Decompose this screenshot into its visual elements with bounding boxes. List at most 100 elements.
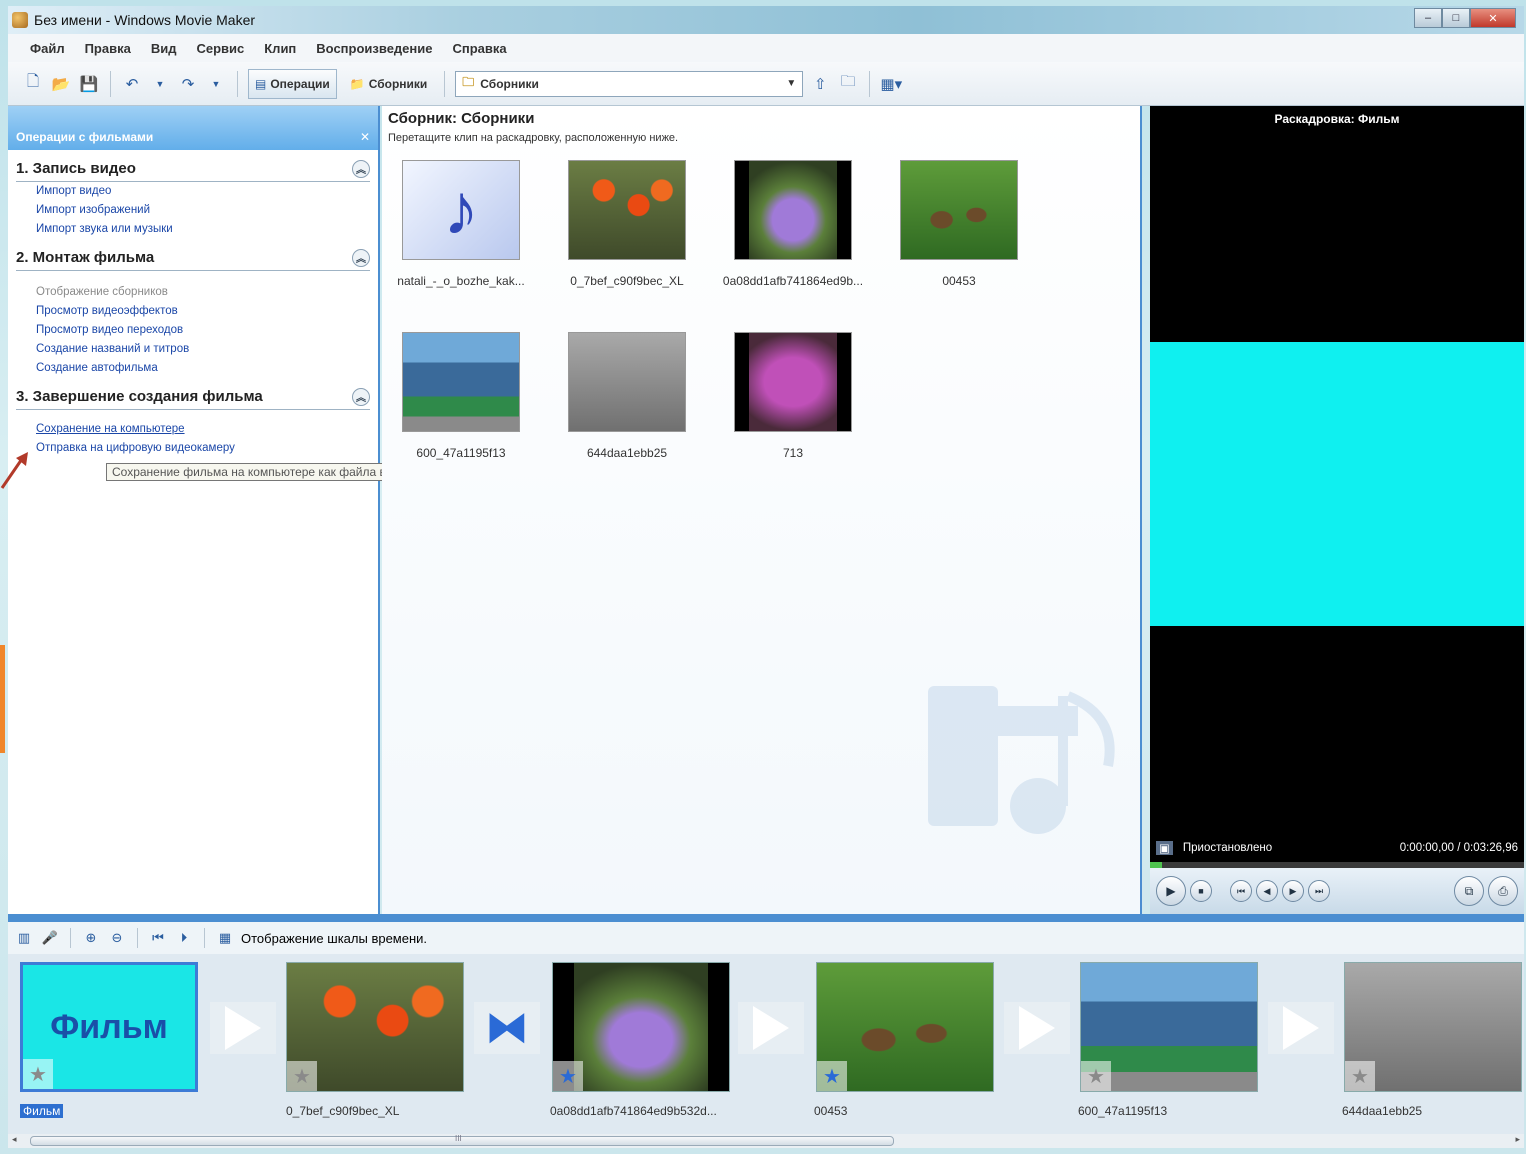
save-to-computer-link[interactable]: Сохранение на компьютере [16, 420, 370, 439]
fast-forward-icon[interactable]: ⏭ [1308, 880, 1330, 902]
play-storyboard-icon[interactable]: ⏵ [174, 928, 194, 948]
menu-playback[interactable]: Воспроизведение [316, 41, 432, 56]
transition-slot[interactable]: ⧓ [474, 1002, 540, 1054]
import-audio-link[interactable]: Импорт звука или музыки [16, 220, 370, 239]
import-video-link[interactable]: Импорт видео [16, 182, 370, 201]
scroll-left-icon[interactable]: ◂ [12, 1134, 17, 1145]
section-title: 1. Запись видео [16, 160, 136, 177]
redo-dropdown-icon[interactable]: ▼ [205, 73, 227, 95]
transition-slot[interactable] [210, 1002, 276, 1054]
clip-item[interactable]: 713 [718, 332, 868, 460]
storyboard-clip[interactable]: ★ [286, 962, 464, 1092]
transition-slot[interactable] [738, 1002, 804, 1054]
open-project-icon[interactable]: 📂 [50, 73, 72, 95]
previous-frame-icon[interactable]: ◀ [1256, 880, 1278, 902]
clip-item[interactable]: 00453 [884, 160, 1034, 288]
split-clip-icon[interactable]: ▣ [1156, 841, 1173, 855]
toolbar: 🗋 📂 💾 ↶ ▼ ↷ ▼ ▤ Операции 📁 Сборники 🗀 Сб… [8, 62, 1524, 106]
side-accent [0, 645, 5, 753]
storyboard-clip[interactable]: ★ [1344, 962, 1522, 1092]
collections-dropdown[interactable]: 🗀 Сборники ▼ [455, 70, 804, 97]
clip-item[interactable]: 644daa1ebb25 [552, 332, 702, 460]
import-images-link[interactable]: Импорт изображений [16, 201, 370, 220]
show-collections-link[interactable]: Отображение сборников [16, 283, 370, 302]
timeline-icon[interactable]: ▦ [215, 928, 235, 948]
scrollbar-thumb[interactable]: III [30, 1134, 894, 1146]
operations-label: Операции [270, 76, 330, 91]
chevron-up-icon[interactable]: ︽ [352, 159, 370, 178]
rewind-storyboard-icon[interactable]: ⏮ [148, 928, 168, 948]
make-automovie-link[interactable]: Создание автофильма [16, 359, 370, 378]
split-icon[interactable]: ⧉ [1454, 876, 1484, 906]
clip-item[interactable]: 600_47a1195f13 [386, 332, 536, 460]
section-heading[interactable]: 3. Завершение создания фильма ︽ [16, 384, 370, 410]
storyboard-clip[interactable]: ★ [816, 962, 994, 1092]
section-heading[interactable]: 2. Монтаж фильма ︽ [16, 245, 370, 271]
new-folder-icon[interactable]: 🗀 [837, 73, 859, 95]
clip-label: 644daa1ebb25 [586, 446, 668, 460]
operations-button[interactable]: ▤ Операции [248, 68, 337, 99]
star-effect-icon[interactable]: ★ [23, 1059, 53, 1089]
redo-icon[interactable]: ↷ [177, 73, 199, 95]
play-icon[interactable]: ▶ [1156, 876, 1186, 906]
monitor-status-bar: ▣ Приостановлено 0:00:00,00 / 0:03:26,96 [1150, 834, 1524, 862]
section-title: 2. Монтаж фильма [16, 249, 155, 266]
section-heading[interactable]: 1. Запись видео ︽ [16, 156, 370, 182]
undo-icon[interactable]: ↶ [121, 73, 143, 95]
storyboard: Фильм ★ Фильм ★ 0_7bef_c90f9bec_XL ⧓ ★ 0… [8, 954, 1524, 1134]
storyboard-clip[interactable]: Фильм ★ [20, 962, 198, 1092]
chevron-up-icon[interactable]: ︽ [352, 248, 370, 267]
transition-slot[interactable] [1004, 1002, 1070, 1054]
up-folder-icon[interactable]: ⇧ [809, 73, 831, 95]
menu-tools[interactable]: Сервис [196, 41, 244, 56]
minimize-button[interactable]: – [1414, 8, 1442, 28]
task-section-capture: 1. Запись видео ︽ Импорт видео Импорт из… [8, 156, 378, 239]
menu-edit[interactable]: Правка [85, 41, 131, 56]
view-effects-link[interactable]: Просмотр видеоэффектов [16, 302, 370, 321]
collection-pane: Сборник: Сборники Перетащите клип на рас… [382, 106, 1142, 914]
star-effect-icon[interactable]: ★ [817, 1061, 847, 1091]
next-frame-icon[interactable]: ▶ [1282, 880, 1304, 902]
maximize-button[interactable]: □ [1442, 8, 1470, 28]
chevron-up-icon[interactable]: ︽ [352, 387, 370, 406]
make-titles-link[interactable]: Создание названий и титров [16, 340, 370, 359]
views-icon[interactable]: ▦▾ [880, 73, 902, 95]
menu-view[interactable]: Вид [151, 41, 177, 56]
menu-file[interactable]: Файл [30, 41, 65, 56]
close-pane-icon[interactable]: ✕ [360, 130, 370, 144]
film-music-watermark-icon [928, 686, 1115, 834]
stop-icon[interactable]: ■ [1190, 880, 1212, 902]
horizontal-scrollbar[interactable]: ◂ III ▸ [8, 1134, 1524, 1148]
star-effect-icon[interactable]: ★ [287, 1061, 317, 1091]
clip-item[interactable]: 0a08dd1afb741864ed9b... [718, 160, 868, 288]
undo-dropdown-icon[interactable]: ▼ [149, 73, 171, 95]
menu-help[interactable]: Справка [452, 41, 506, 56]
send-to-camera-link[interactable]: Отправка на цифровую видеокамеру [16, 439, 370, 458]
transition-slot[interactable] [1268, 1002, 1334, 1054]
collections-button[interactable]: 📁 Сборники [343, 69, 435, 99]
star-effect-icon[interactable]: ★ [1081, 1061, 1111, 1091]
zoom-out-icon[interactable]: ⊖ [107, 928, 127, 948]
zoom-in-icon[interactable]: ⊕ [81, 928, 101, 948]
set-audio-levels-icon[interactable]: ▥ [14, 928, 34, 948]
clip-item[interactable]: ♪ natali_-_o_bozhe_kak... [386, 160, 536, 288]
new-project-icon[interactable]: 🗋 [22, 73, 44, 95]
close-button[interactable]: ✕ [1470, 8, 1516, 28]
clip-item[interactable]: 0_7bef_c90f9bec_XL [552, 160, 702, 288]
clip-label: 0a08dd1afb741864ed9b... [722, 274, 864, 288]
view-transitions-link[interactable]: Просмотр видео переходов [16, 321, 370, 340]
transition-arrow-icon [1019, 1006, 1055, 1050]
star-effect-icon[interactable]: ★ [1345, 1061, 1375, 1091]
scroll-right-icon[interactable]: ▸ [1515, 1134, 1520, 1145]
show-timeline-button[interactable]: Отображение шкалы времени. [241, 931, 427, 946]
playback-status: Приостановлено [1182, 842, 1273, 854]
save-project-icon[interactable]: 💾 [78, 73, 100, 95]
storyboard-clip[interactable]: ★ [552, 962, 730, 1092]
rewind-icon[interactable]: ⏮ [1230, 880, 1252, 902]
narrate-icon[interactable]: 🎤 [40, 928, 60, 948]
snapshot-icon[interactable]: ⎙ [1488, 876, 1518, 906]
storyboard-clip[interactable]: ★ [1080, 962, 1258, 1092]
star-effect-icon[interactable]: ★ [553, 1061, 583, 1091]
movie-tasks-pane: Операции с фильмами ✕ 1. Запись видео ︽ … [8, 106, 380, 914]
menu-clip[interactable]: Клип [264, 41, 296, 56]
